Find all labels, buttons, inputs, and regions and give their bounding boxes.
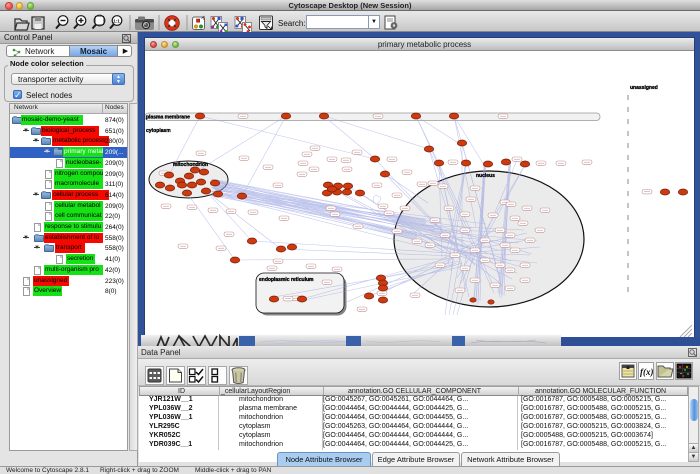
svg-text:mitochondrion: mitochondrion <box>173 162 208 168</box>
svg-text:f(x): f(x) <box>640 367 654 377</box>
svg-text:1:1: 1:1 <box>113 19 120 24</box>
svg-text:plasma membrane: plasma membrane <box>146 115 190 121</box>
svg-text:nucleus: nucleus <box>476 173 495 179</box>
svg-text:cytoplasm: cytoplasm <box>146 128 171 134</box>
svg-text:endoplasmic reticulum: endoplasmic reticulum <box>259 277 314 283</box>
svg-text:unassigned: unassigned <box>630 85 658 91</box>
